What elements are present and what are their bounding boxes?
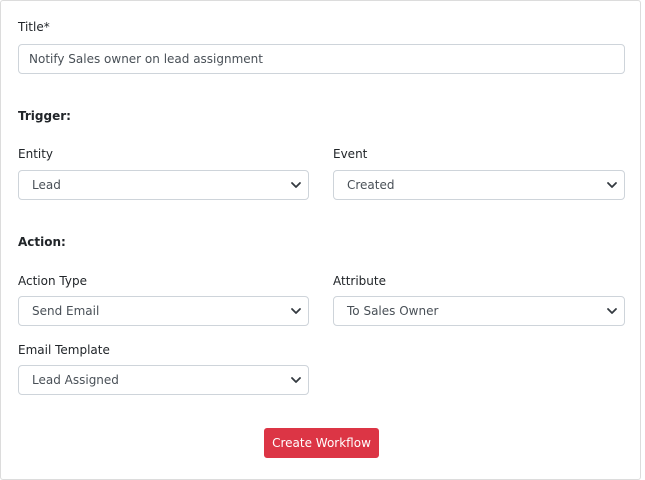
entity-select[interactable]: Lead: [18, 170, 309, 200]
action-type-label: Action Type: [18, 274, 87, 288]
action-type-select-value: Send Email: [32, 304, 100, 318]
create-workflow-button[interactable]: Create Workflow: [264, 428, 379, 458]
event-select[interactable]: Created: [333, 170, 625, 200]
trigger-heading: Trigger:: [18, 109, 71, 123]
entity-label: Entity: [18, 147, 54, 161]
action-type-select[interactable]: Send Email: [18, 296, 309, 326]
action-heading: Action:: [18, 235, 66, 249]
workflow-form-card: Title* Trigger: Entity Lead Event Create…: [0, 0, 641, 480]
event-label: Event: [333, 147, 368, 161]
entity-select-value: Lead: [32, 178, 61, 192]
chevron-down-icon: [291, 182, 301, 188]
event-select-value: Created: [347, 178, 395, 192]
email-template-select-value: Lead Assigned: [32, 373, 119, 387]
chevron-down-icon: [607, 308, 617, 314]
chevron-down-icon: [291, 308, 301, 314]
attribute-select-value: To Sales Owner: [347, 304, 439, 318]
title-label: Title*: [18, 20, 50, 34]
chevron-down-icon: [607, 182, 617, 188]
email-template-label: Email Template: [18, 343, 110, 357]
chevron-down-icon: [291, 377, 301, 383]
email-template-select[interactable]: Lead Assigned: [18, 365, 309, 395]
title-input[interactable]: [18, 44, 625, 74]
attribute-label: Attribute: [333, 274, 386, 288]
attribute-select[interactable]: To Sales Owner: [333, 296, 625, 326]
